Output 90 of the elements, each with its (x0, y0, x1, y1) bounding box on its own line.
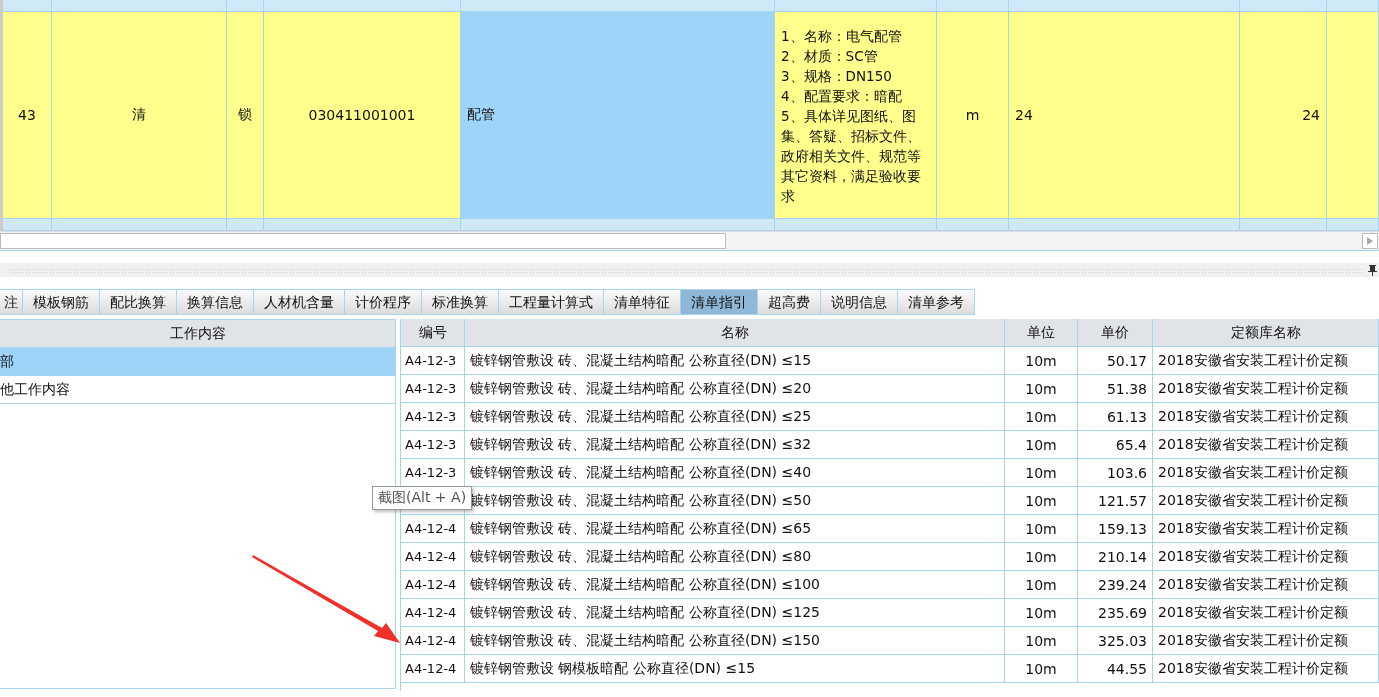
tab[interactable]: 清单参考 (898, 289, 975, 315)
tooltip: 截图(Alt + A) (372, 486, 473, 510)
table-cell: A4-12-3 (401, 403, 465, 431)
table-cell: 镀锌钢管敷设 钢模板暗配 公称直径(DN) ≤15 (465, 655, 1005, 683)
table-cell: 2018安徽省安装工程计价定额 (1153, 403, 1379, 431)
triangle-icon (1367, 237, 1373, 245)
table-cell: 10m (1005, 627, 1078, 655)
table-cell: 2018安徽省安装工程计价定额 (1153, 655, 1379, 683)
table-cell: 235.69 (1078, 599, 1153, 627)
scroll-right-button[interactable] (1362, 233, 1378, 249)
table-cell: 镀锌钢管敷设 砖、混凝土结构暗配 公称直径(DN) ≤125 (465, 599, 1005, 627)
table-cell: A4-12-4 (401, 655, 465, 683)
table-cell: 锁 (227, 12, 264, 218)
tab[interactable]: 说明信息 (821, 289, 898, 315)
table-cell: 2018安徽省安装工程计价定额 (1153, 375, 1379, 403)
table-cell: 10m (1005, 543, 1078, 571)
table-cell: A4-12-4 (401, 571, 465, 599)
list-item[interactable]: 部 (0, 348, 395, 376)
table-cell: 镀锌钢管敷设 砖、混凝土结构暗配 公称直径(DN) ≤65 (465, 515, 1005, 543)
table-cell: 50.17 (1078, 347, 1153, 375)
table-cell: 镀锌钢管敷设 砖、混凝土结构暗配 公称直径(DN) ≤25 (465, 403, 1005, 431)
tab[interactable]: 超高费 (758, 289, 821, 315)
tab[interactable]: 模板钢筋 (23, 289, 100, 315)
column-header: 名称 (465, 319, 1005, 347)
table-cell: 44.55 (1078, 655, 1153, 683)
table-cell: 10m (1005, 571, 1078, 599)
tab[interactable]: 换算信息 (177, 289, 254, 315)
table-cell: 10m (1005, 515, 1078, 543)
table-cell: 2018安徽省安装工程计价定额 (1153, 599, 1379, 627)
column-header: 单位 (1005, 319, 1078, 347)
table-cell: 239.24 (1078, 571, 1153, 599)
table-cell: 10m (1005, 375, 1078, 403)
table-cell: A4-12-4 (401, 543, 465, 571)
table-cell: 2018安徽省安装工程计价定额 (1153, 627, 1379, 655)
tab[interactable]: 注 (0, 289, 23, 315)
tab[interactable]: 工程量计算式 (499, 289, 604, 315)
table-cell: 镀锌钢管敷设 砖、混凝土结构暗配 公称直径(DN) ≤40 (465, 459, 1005, 487)
table-cell: 159.13 (1078, 515, 1153, 543)
table-cell: A4-12-3 (401, 347, 465, 375)
table-cell: 10m (1005, 459, 1078, 487)
table-cell: 镀锌钢管敷设 砖、混凝土结构暗配 公称直径(DN) ≤32 (465, 431, 1005, 459)
table-cell: 43 (3, 12, 52, 218)
table-cell: m (937, 12, 1009, 218)
table-cell: 10m (1005, 655, 1078, 683)
table-cell: 210.14 (1078, 543, 1153, 571)
table-cell: A4-12-3 (401, 431, 465, 459)
tab[interactable]: 标准换算 (422, 289, 499, 315)
tab[interactable]: 清单指引 (681, 289, 758, 315)
table-cell: 2018安徽省安装工程计价定额 (1153, 347, 1379, 375)
tab[interactable]: 计价程序 (345, 289, 422, 315)
column-header: 工作内容 (0, 320, 395, 348)
table-cell: 2018安徽省安装工程计价定额 (1153, 571, 1379, 599)
table-cell: 镀锌钢管敷设 砖、混凝土结构暗配 公称直径(DN) ≤80 (465, 543, 1005, 571)
table-cell: 2018安徽省安装工程计价定额 (1153, 543, 1379, 571)
table-cell: 10m (1005, 403, 1078, 431)
table-cell: 镀锌钢管敷设 砖、混凝土结构暗配 公称直径(DN) ≤15 (465, 347, 1005, 375)
table-cell: 65.4 (1078, 431, 1153, 459)
column-header: 编号 (401, 319, 465, 347)
table-cell: 10m (1005, 599, 1078, 627)
table-cell: 121.57 (1078, 487, 1153, 515)
table-cell: 2018安徽省安装工程计价定额 (1153, 515, 1379, 543)
scrollbar-thumb[interactable] (0, 233, 726, 249)
table-cell: 镀锌钢管敷设 砖、混凝土结构暗配 公称直径(DN) ≤150 (465, 627, 1005, 655)
table-cell: A4-12-4 (401, 599, 465, 627)
table-cell: 镀锌钢管敷设 砖、混凝土结构暗配 公称直径(DN) ≤20 (465, 375, 1005, 403)
column-header: 单价 (1078, 319, 1153, 347)
table-cell: 镀锌钢管敷设 砖、混凝土结构暗配 公称直径(DN) ≤100 (465, 571, 1005, 599)
tab[interactable]: 配比换算 (100, 289, 177, 315)
table-cell: 1、名称：电气配管 2、材质：SC管 3、规格：DN150 4、配置要求：暗配 5、具体详见图纸、图集、答疑、招标文件、政府相关文件、规范等其它资料，满足验收要求 (775, 12, 937, 218)
table-cell: 24 (1009, 12, 1240, 218)
table-cell: 配管 (461, 12, 775, 218)
tab[interactable]: 人材机含量 (254, 289, 345, 315)
tab[interactable]: 清单特征 (604, 289, 681, 315)
column-header: 定额库名称 (1153, 319, 1379, 347)
table-cell: 24 (1240, 12, 1327, 218)
table-cell: 2018安徽省安装工程计价定额 (1153, 431, 1379, 459)
table-cell: 103.6 (1078, 459, 1153, 487)
table-cell: A4-12-4 (401, 627, 465, 655)
table-cell: 2018安徽省安装工程计价定额 (1153, 459, 1379, 487)
table-cell: 10m (1005, 347, 1078, 375)
table-cell: 51.38 (1078, 375, 1153, 403)
pin-icon[interactable] (1368, 264, 1377, 276)
table-cell: 清 (52, 12, 227, 218)
table-cell: 325.03 (1078, 627, 1153, 655)
table-cell: 2018安徽省安装工程计价定额 (1153, 487, 1379, 515)
table-cell: A4-12-4 (401, 515, 465, 543)
table-cell: A4-12-3 (401, 375, 465, 403)
table-cell: 10m (1005, 487, 1078, 515)
table-cell: 10m (1005, 431, 1078, 459)
table-cell: 61.13 (1078, 403, 1153, 431)
